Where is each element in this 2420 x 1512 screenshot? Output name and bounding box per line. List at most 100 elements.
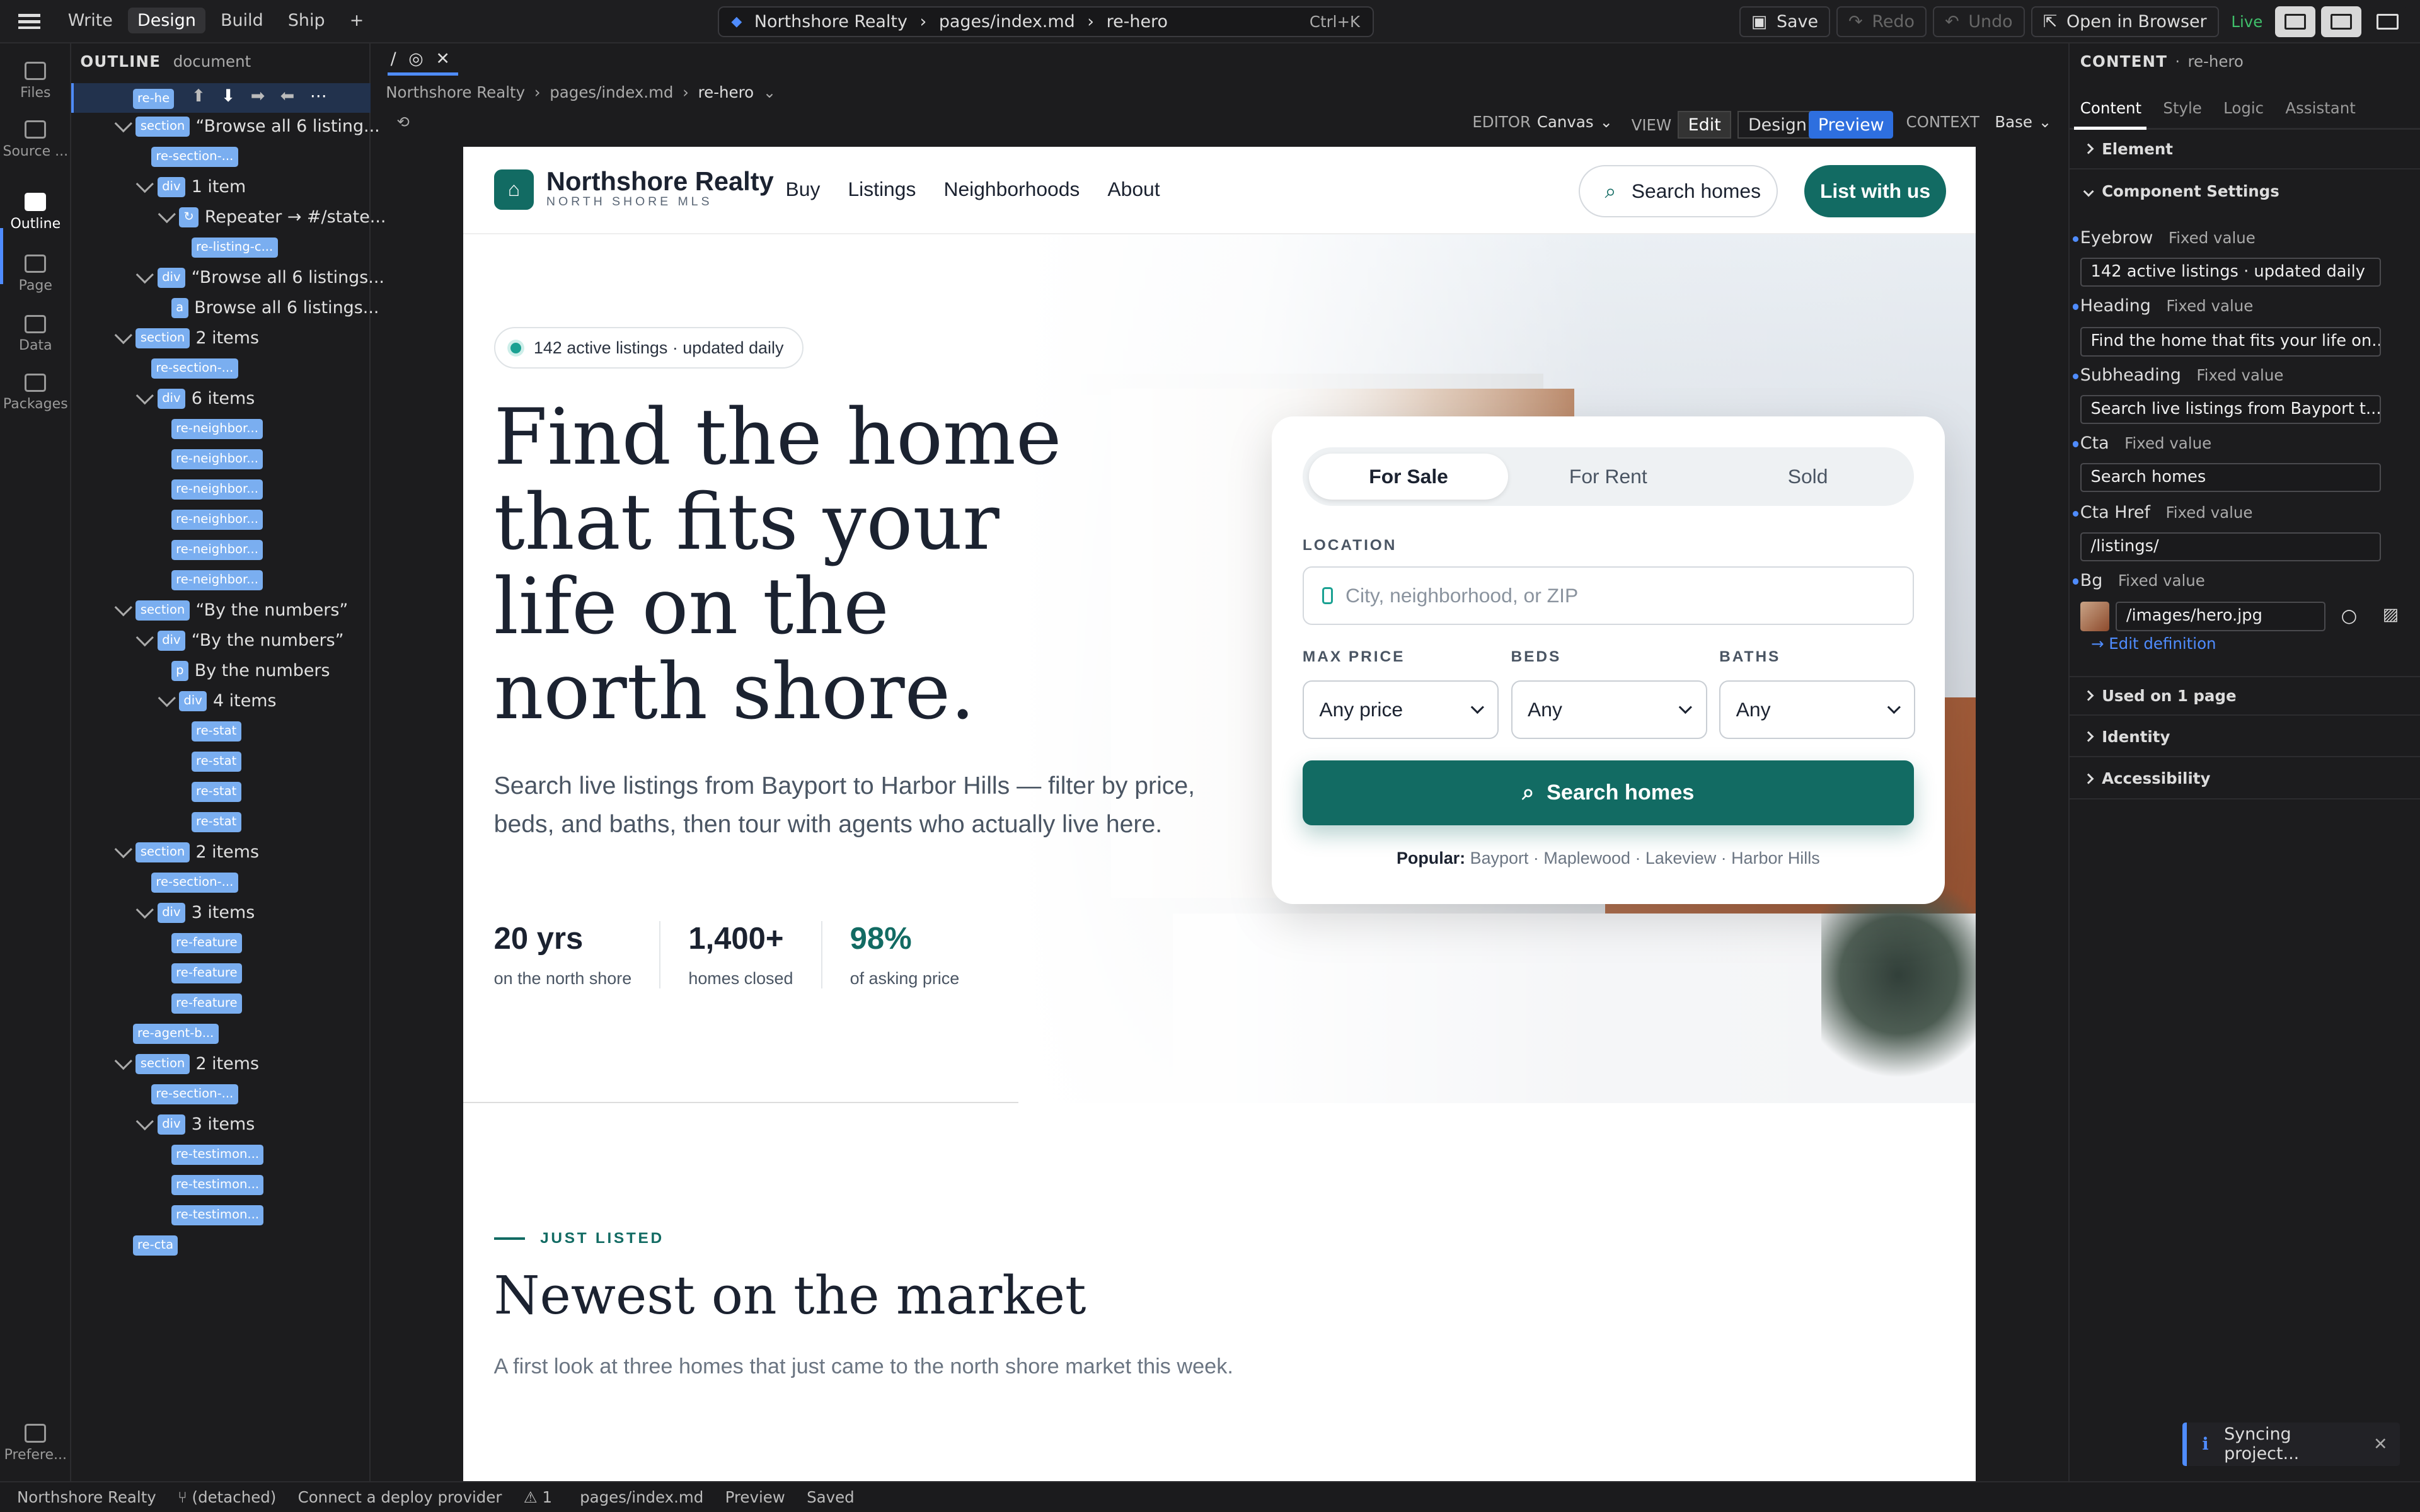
status-branch[interactable]: ⑂ (detached)	[178, 1488, 276, 1506]
rail-outline[interactable]: Outline	[0, 193, 71, 232]
view-edit-button[interactable]: Edit	[1677, 111, 1732, 139]
cta-href-input[interactable]: /listings/	[2080, 532, 2382, 562]
tab-content[interactable]: Content	[2080, 99, 2141, 117]
rail-files[interactable]: Files	[0, 61, 71, 101]
preview-button[interactable]: Preview	[1809, 111, 1894, 139]
cta-input[interactable]: Search homes	[2080, 462, 2382, 493]
section-accessibility[interactable]: Accessibility	[2069, 759, 2420, 799]
outline-row[interactable]: div 3 items	[136, 900, 255, 925]
outline-row[interactable]: re-listing-c...	[191, 235, 278, 260]
reset-icon[interactable]: ⟲	[396, 113, 410, 131]
section-identity[interactable]: Identity	[2069, 718, 2420, 758]
chevron-down-icon[interactable]	[115, 598, 132, 616]
mode-write[interactable]: Write	[59, 8, 122, 33]
redo-button[interactable]: ↷ Redo	[1836, 6, 1927, 37]
eyebrow-input[interactable]: 142 active listings · updated daily	[2080, 257, 2382, 287]
outline-row[interactable]: re-neighbor...	[171, 477, 263, 501]
outline-row[interactable]: re-stat	[191, 719, 241, 743]
section-element[interactable]: Element	[2069, 130, 2420, 170]
popular-list[interactable]: Bayport · Maplewood · Lakeview · Harbor …	[1470, 849, 1820, 868]
tab-for-rent[interactable]: For Rent	[1508, 454, 1708, 500]
outline-row[interactable]: p By the numbers	[171, 658, 330, 683]
layout-bottom-panel-toggle[interactable]	[2367, 6, 2408, 37]
layout-right-panel-toggle[interactable]	[2321, 6, 2361, 37]
status-deploy[interactable]: Connect a deploy provider	[298, 1488, 502, 1506]
outline-row[interactable]: re-stat	[191, 749, 241, 774]
chevron-down-icon[interactable]	[136, 901, 154, 919]
clear-circle-icon[interactable]: ○	[2341, 605, 2358, 626]
outline-row[interactable]: re-neighbor...	[171, 568, 263, 592]
add-mode-button[interactable]: +	[340, 8, 373, 33]
list-with-us-button[interactable]: List with us	[1804, 165, 1947, 218]
outdent-icon[interactable]: ⬅	[280, 86, 295, 106]
tab-sold[interactable]: Sold	[1708, 454, 1908, 500]
outline-row[interactable]: re-feature	[171, 931, 242, 955]
tab-for-sale[interactable]: For Sale	[1308, 453, 1509, 500]
status-project[interactable]: Northshore Realty	[17, 1488, 156, 1506]
rail-data[interactable]: Data	[0, 314, 71, 353]
section-used-on[interactable]: Used on 1 page	[2069, 675, 2420, 716]
mode-ship[interactable]: Ship	[279, 8, 334, 33]
nav-search-button[interactable]: ⌕ Search homes	[1579, 165, 1778, 218]
outline-row[interactable]: re-section-...	[151, 1082, 238, 1106]
open-in-browser-button[interactable]: ⇱ Open in Browser	[2031, 6, 2219, 37]
hamburger-menu-icon[interactable]	[18, 11, 40, 32]
outline-row[interactable]: re-testimon...	[171, 1142, 264, 1167]
outline-row[interactable]: div 6 items	[136, 386, 255, 411]
move-up-icon[interactable]: ⬆	[192, 86, 206, 106]
outline-row[interactable]: re-stat	[191, 779, 241, 804]
field-mode[interactable]: Fixed value	[2124, 434, 2211, 452]
nav-about[interactable]: About	[1107, 178, 1160, 201]
site-brand[interactable]: Northshore Realty	[546, 166, 774, 197]
outline-row[interactable]: section 2 items	[115, 326, 259, 350]
subheading-input[interactable]: Search live listings from Bayport t...	[2080, 394, 2382, 425]
outline-row[interactable]: re-neighbor...	[171, 447, 263, 471]
hero-section[interactable]: 142 active listings · updated daily Find…	[463, 234, 1976, 1103]
tab-assistant[interactable]: Assistant	[2285, 99, 2355, 117]
crumb-file[interactable]: pages/index.md	[550, 83, 673, 101]
tab-logic[interactable]: Logic	[2223, 99, 2264, 117]
nav-buy[interactable]: Buy	[786, 178, 821, 201]
outline-row[interactable]: section 2 items	[115, 840, 259, 864]
crumb-node[interactable]: re-hero	[698, 83, 754, 101]
outline-row[interactable]: a Browse all 6 listings...	[171, 295, 379, 320]
context-select[interactable]: CONTEXT Base ⌄	[1906, 113, 2052, 131]
chevron-down-icon[interactable]	[115, 115, 132, 132]
max-price-select[interactable]: Any price	[1302, 680, 1499, 739]
home-logo-icon[interactable]: ⌂	[493, 169, 534, 210]
mode-design[interactable]: Design	[128, 8, 205, 34]
tab-root[interactable]: / ◎ ✕	[391, 49, 450, 69]
command-palette[interactable]: ◆ Northshore Realty › pages/index.md › r…	[717, 6, 1374, 37]
layout-left-panel-toggle[interactable]	[2274, 6, 2315, 37]
field-mode[interactable]: Fixed value	[2118, 571, 2205, 590]
outline-row[interactable]: re-section-...	[151, 870, 238, 895]
edit-definition-link[interactable]: → Edit definition	[2091, 634, 2216, 653]
outline-row[interactable]: div “By the numbers”	[136, 628, 344, 653]
heading-input[interactable]: Find the home that fits your life on...	[2080, 327, 2382, 357]
nav-neighborhoods[interactable]: Neighborhoods	[943, 178, 1080, 201]
outline-row[interactable]: re-section-...	[151, 144, 238, 169]
image-picker-icon[interactable]: ▨	[2383, 605, 2399, 624]
crumb-project[interactable]: Northshore Realty	[386, 83, 525, 101]
baths-select[interactable]: Any	[1719, 680, 1916, 739]
outline-row[interactable]: div “Browse all 6 listings...	[136, 265, 384, 290]
more-icon[interactable]: ⋯	[310, 86, 327, 106]
chevron-down-icon[interactable]	[136, 629, 154, 646]
outline-row[interactable]: re-cta	[132, 1233, 178, 1257]
chevron-down-icon[interactable]	[136, 266, 154, 284]
outline-row[interactable]: re-feature	[171, 991, 242, 1016]
undo-button[interactable]: ↶ Undo	[1932, 6, 2025, 37]
rail-packages[interactable]: Packages	[0, 373, 71, 412]
section-component-settings[interactable]: Component Settings	[2070, 171, 2420, 212]
rail-preferences[interactable]: Prefere...	[0, 1424, 71, 1463]
outline-row[interactable]: section “Browse all 6 listing...	[115, 114, 380, 139]
chevron-down-icon[interactable]	[136, 1113, 154, 1130]
field-mode[interactable]: Fixed value	[2169, 229, 2256, 247]
editor-mode[interactable]: EDITOR Canvas ⌄	[1472, 113, 1613, 131]
outline-row[interactable]: re-neighbor...	[171, 507, 263, 532]
field-mode[interactable]: Fixed value	[2165, 503, 2252, 522]
outline-row[interactable]: re-stat	[191, 810, 241, 834]
outline-row[interactable]: re-section-...	[151, 356, 238, 381]
chevron-down-icon[interactable]	[115, 840, 132, 858]
rail-page[interactable]: Page	[0, 255, 71, 294]
